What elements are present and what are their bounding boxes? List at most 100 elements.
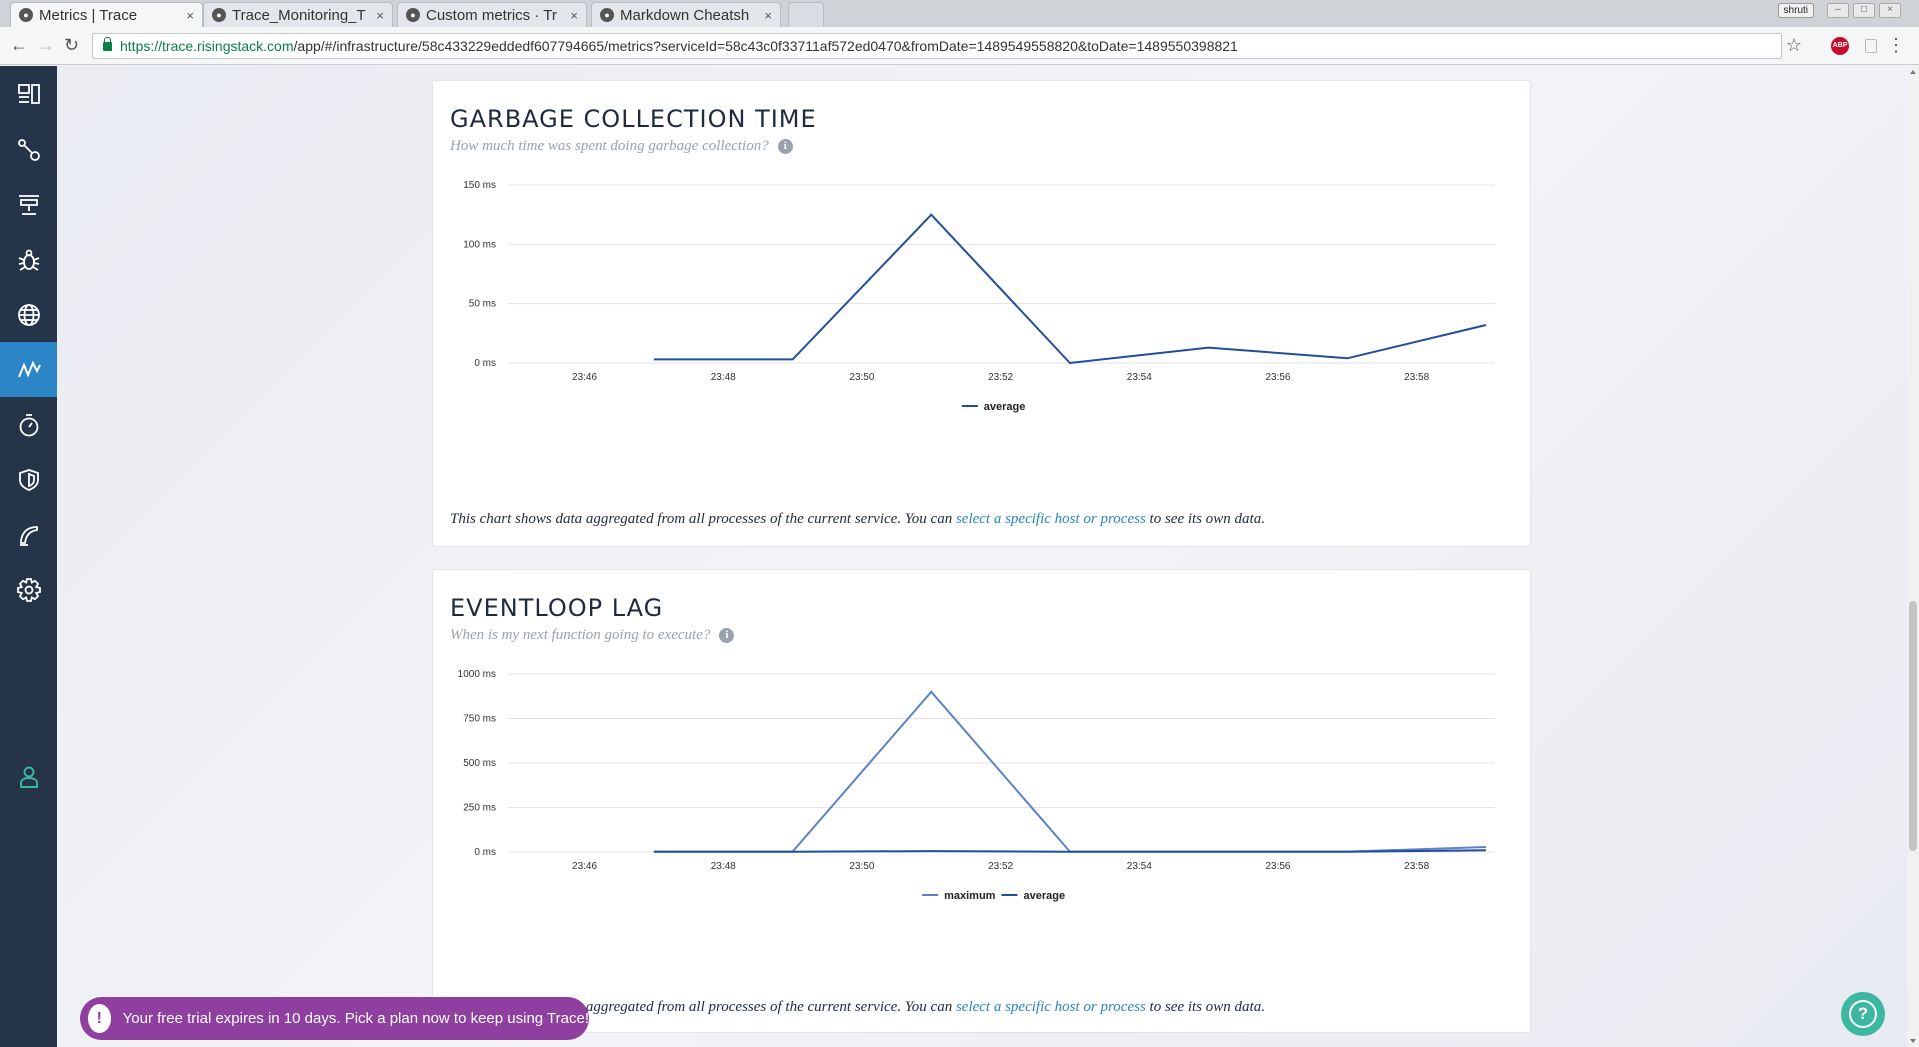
y-tick-label: 100 ms <box>463 239 496 250</box>
card-title: GARBAGE COLLECTION TIME <box>450 105 817 133</box>
bookmark-star-icon[interactable]: ☆ <box>1786 35 1802 56</box>
eventloop-lag-card: EVENTLOOP LAG When is my next function g… <box>432 569 1531 1033</box>
x-tick-label: 23:54 <box>1127 861 1152 872</box>
shield-icon <box>18 468 39 491</box>
sidebar-item-profiler[interactable] <box>0 397 57 452</box>
minimize-button[interactable]: – <box>1827 3 1849 18</box>
close-icon[interactable]: × <box>570 8 578 23</box>
scroll-up-icon[interactable] <box>1910 70 1916 74</box>
trial-text: Your free trial expires in 10 days. Pick… <box>122 1010 589 1027</box>
info-icon[interactable]: i <box>719 628 735 643</box>
sidebar-item-transactions[interactable] <box>0 287 57 342</box>
alert-icon: ! <box>88 1004 111 1033</box>
select-host-link[interactable]: select a specific host or process <box>956 511 1146 527</box>
legend-label: maximum <box>944 890 996 902</box>
megaphone-icon <box>19 525 38 546</box>
tab-trace-monitoring[interactable]: ● Trace_Monitoring_T × <box>203 2 393 27</box>
user-icon <box>19 766 38 788</box>
y-tick-label: 500 ms <box>463 758 496 769</box>
new-tab-button[interactable] <box>788 2 824 27</box>
topology-icon <box>17 138 40 161</box>
help-button[interactable]: ? <box>1841 992 1885 1036</box>
x-tick-label: 23:52 <box>988 861 1013 872</box>
sidebar-item-alerting[interactable] <box>0 507 57 562</box>
series-line-average <box>653 213 1487 365</box>
gc-time-chart: 0 ms 50 ms 100 ms 150 ms 23:46 23:48 23:50 23:5… <box>463 181 1495 413</box>
sidebar-item-dashboard[interactable] <box>0 66 57 121</box>
subtitle-text: When is my next function going to execut… <box>450 627 711 643</box>
x-tick-label: 23:52 <box>988 372 1013 383</box>
adblock-extension-icon[interactable]: ABP <box>1831 37 1849 55</box>
dashboard-icon <box>17 83 40 104</box>
gc-time-card: GARBAGE COLLECTION TIME How much time wa… <box>432 80 1531 547</box>
app-viewport: GARBAGE COLLECTION TIME How much time wa… <box>0 66 1919 1047</box>
tab-label: Trace_Monitoring_T <box>232 6 366 24</box>
globe-icon <box>17 303 40 326</box>
bug-icon <box>18 249 39 271</box>
stopwatch-icon <box>19 413 38 436</box>
x-tick-label: 23:48 <box>711 372 736 383</box>
legend-label: average <box>984 401 1026 413</box>
tab-label: Metrics | Trace <box>39 6 138 24</box>
scrollbar[interactable] <box>1907 66 1919 1047</box>
y-tick-label: 0 ms <box>474 358 496 369</box>
y-tick-label: 1000 ms <box>458 670 496 680</box>
sidebar <box>0 66 57 1047</box>
sidebar-item-account[interactable] <box>0 749 57 804</box>
y-tick-label: 750 ms <box>463 714 496 725</box>
sidebar-item-errors[interactable] <box>0 232 57 287</box>
sidebar-item-service-map[interactable] <box>0 122 57 177</box>
lock-icon <box>103 36 112 51</box>
x-tick-label: 23:48 <box>711 861 736 872</box>
reload-icon[interactable]: ↻ <box>64 36 79 54</box>
footnote-end: to see its own data. <box>1145 511 1265 527</box>
github-favicon-icon: ● <box>212 8 226 22</box>
gear-icon <box>16 577 41 602</box>
tab-label: Custom metrics · Tr <box>426 6 557 24</box>
x-tick-label: 23:56 <box>1265 861 1290 872</box>
line-chart-icon <box>17 360 41 378</box>
scroll-down-icon[interactable] <box>1910 1039 1916 1043</box>
tab-markdown-cheatsheet[interactable]: ● Markdown Cheatsh × <box>591 2 781 27</box>
question-icon: ? <box>1849 1000 1877 1028</box>
trial-banner[interactable]: ! Your free trial expires in 10 days. Pi… <box>80 997 589 1040</box>
tab-custom-metrics[interactable]: ● Custom metrics · Tr × <box>397 2 587 27</box>
x-tick-label: 23:58 <box>1404 372 1429 383</box>
eventloop-lag-chart: 0 ms 250 ms 500 ms 750 ms 1000 ms 23:46 23:48 2… <box>458 670 1495 902</box>
y-tick-label: 50 ms <box>469 299 496 310</box>
url-path: /app/#/infrastructure/58c433229eddedf607… <box>293 38 1238 54</box>
x-tick-label: 23:50 <box>849 861 874 872</box>
card-subtitle: How much time was spent doing garbage co… <box>450 138 793 155</box>
sidebar-item-security[interactable] <box>0 452 57 507</box>
address-bar[interactable]: https://trace.risingstack.com/app/#/infr… <box>92 33 1782 59</box>
x-tick-label: 23:46 <box>572 861 597 872</box>
series-line-maximum <box>653 690 1487 853</box>
url-host: https://trace.risingstack.com <box>120 38 294 54</box>
sidebar-item-metrics[interactable] <box>0 342 57 397</box>
close-icon[interactable]: × <box>764 8 772 23</box>
window-close-button[interactable]: × <box>1879 3 1901 18</box>
scrollbar-thumb[interactable] <box>1909 601 1917 851</box>
x-tick-label: 23:54 <box>1127 372 1152 383</box>
profile-button[interactable]: shruti <box>1777 3 1814 18</box>
sidebar-item-settings[interactable] <box>0 562 57 617</box>
trace-favicon-icon: ● <box>406 8 420 22</box>
server-icon <box>18 194 39 215</box>
menu-icon[interactable]: ⋮ <box>1887 35 1905 56</box>
close-icon[interactable]: × <box>186 8 194 23</box>
back-arrow-icon[interactable]: ← <box>10 36 28 54</box>
github-favicon-icon: ● <box>600 8 614 22</box>
footnote-end: to see its own data. <box>1145 999 1265 1015</box>
tab-metrics-trace[interactable]: ● Metrics | Trace × <box>10 2 203 27</box>
info-icon[interactable]: i <box>777 139 793 154</box>
card-title: EVENTLOOP LAG <box>450 594 664 622</box>
close-icon[interactable]: × <box>376 8 384 23</box>
forward-arrow-icon[interactable]: → <box>37 36 55 54</box>
select-host-link[interactable]: select a specific host or process <box>956 999 1146 1015</box>
y-tick-label: 250 ms <box>463 803 496 814</box>
y-tick-label: 0 ms <box>474 847 496 858</box>
sidebar-item-infrastructure[interactable] <box>0 177 57 232</box>
x-tick-label: 23:58 <box>1404 861 1429 872</box>
extension-icon[interactable] <box>1865 39 1877 53</box>
maximize-button[interactable]: □ <box>1853 3 1875 18</box>
